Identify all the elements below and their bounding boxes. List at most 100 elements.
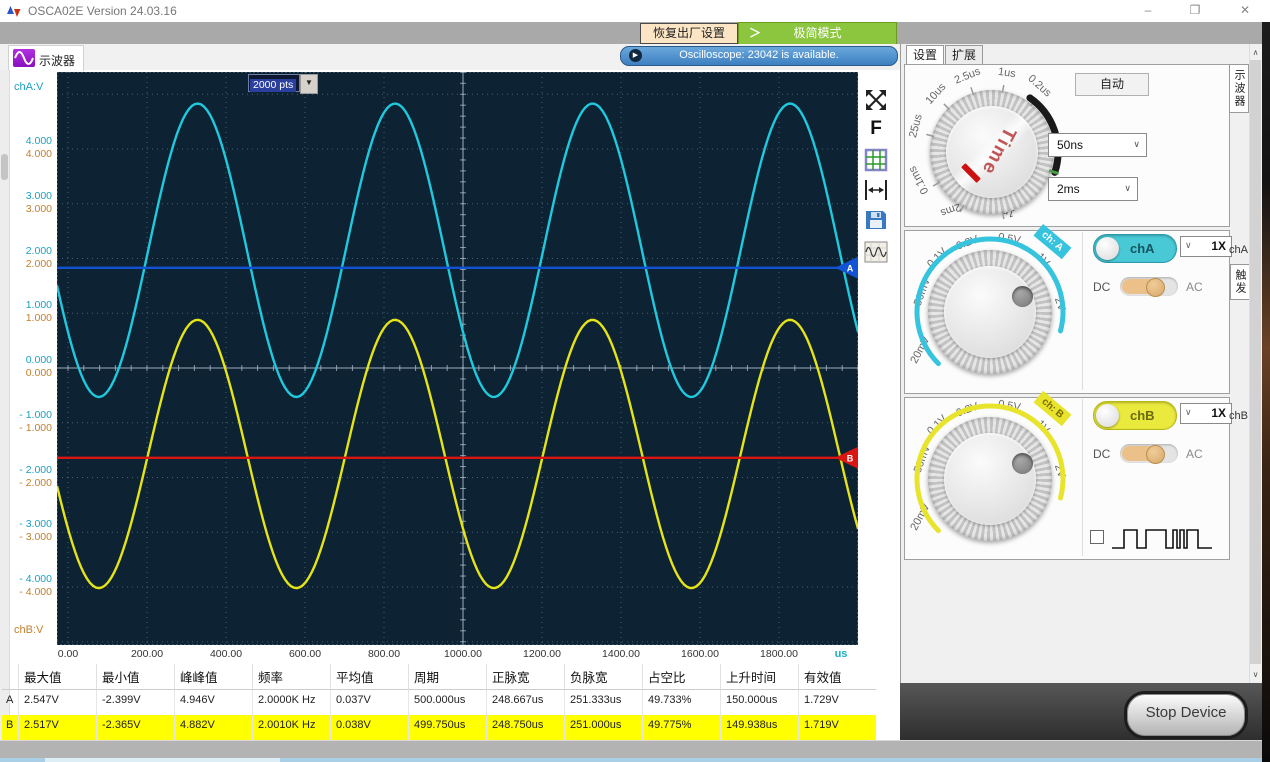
menu-bar xyxy=(0,22,1262,44)
measurement-value: 49.733% xyxy=(642,690,720,715)
chB-marker-label: B xyxy=(847,453,854,463)
chA-knob-face[interactable] xyxy=(944,266,1036,358)
grid-toggle-icon[interactable] xyxy=(862,146,890,174)
y-tick-chA: 2.000 xyxy=(0,245,52,258)
status-message: Oscilloscope: 23042 is available. xyxy=(679,49,839,61)
stop-device-button[interactable]: Stop Device xyxy=(1124,691,1248,739)
minimal-mode-button[interactable]: ＞ 极简模式 xyxy=(738,22,897,45)
chA-axis-label: chA:V xyxy=(14,81,43,93)
sample-points-dropdown-arrow[interactable]: ▼ xyxy=(300,74,318,94)
chB-knob-face[interactable] xyxy=(944,433,1036,525)
device-status-banner[interactable]: ▶ Oscilloscope: 23042 is available. xyxy=(620,46,898,66)
row-label: B xyxy=(2,715,18,740)
column-header: 频率 xyxy=(252,664,330,690)
chA-enable-toggle[interactable]: chA xyxy=(1093,234,1177,263)
toggle-knob xyxy=(1096,404,1119,427)
measurement-value: 2.517V xyxy=(18,715,96,740)
fullscreen-expand-icon[interactable] xyxy=(862,86,890,114)
measurement-value: 2.0010K Hz xyxy=(252,715,330,740)
scroll-down-icon[interactable]: ∨ xyxy=(1249,668,1262,681)
chB-ac-label: AC xyxy=(1186,447,1203,461)
chA-probe-value: 1X xyxy=(1211,239,1226,253)
factory-reset-button[interactable]: 恢复出厂设置 xyxy=(640,23,738,44)
measurement-value: -2.365V xyxy=(96,715,174,740)
knob-tick xyxy=(926,134,934,136)
timebase-select[interactable]: 2ms ∨ xyxy=(1048,177,1138,201)
coupling-knob xyxy=(1146,445,1165,464)
measurement-value: 4.946V xyxy=(174,690,252,715)
measurement-value: 251.333us xyxy=(564,690,642,715)
x-axis-unit: us xyxy=(826,648,856,660)
side-label-chA[interactable]: chA xyxy=(1229,244,1248,256)
measurement-value: 0.037V xyxy=(330,690,408,715)
column-header: 峰峰值 xyxy=(174,664,252,690)
tab-oscilloscope-label: 示波器 xyxy=(39,52,75,69)
auto-button[interactable]: 自动 xyxy=(1075,73,1149,96)
left-scrollbar[interactable] xyxy=(0,70,10,740)
x-tick-label: 200.00 xyxy=(115,648,179,660)
chA-trace xyxy=(57,104,858,397)
column-header: 周期 xyxy=(408,664,486,690)
panel-scrollbar-thumb[interactable] xyxy=(1250,60,1261,664)
knob-tick xyxy=(960,205,964,212)
close-button[interactable]: ✕ xyxy=(1228,0,1262,21)
chA-probe-select[interactable]: ∨ 1X xyxy=(1180,236,1232,257)
tab-oscilloscope[interactable]: 示波器 xyxy=(8,45,84,71)
y-tick-chA: - 3.000 xyxy=(0,518,52,531)
y-tick-chB: 0.000 xyxy=(0,367,52,380)
chB-knob-dimple xyxy=(1012,453,1033,474)
measurement-value: 248.750us xyxy=(486,715,564,740)
sample-points-select[interactable]: 2000 pts xyxy=(248,74,300,92)
measurement-value: -2.399V xyxy=(96,690,174,715)
x-tick-label: 1600.00 xyxy=(668,648,732,660)
waveform-display[interactable]: AB xyxy=(57,72,858,645)
y-tick-chA: 4.000 xyxy=(0,135,52,148)
measurement-value: 49.775% xyxy=(642,715,720,740)
sample-points-value: 2000 pts xyxy=(250,79,296,92)
column-header: 正脉宽 xyxy=(486,664,564,690)
y-tick-chB: - 1.000 xyxy=(0,422,52,435)
knob-tick xyxy=(1002,211,1003,219)
y-tick-chB: 1.000 xyxy=(0,312,52,325)
minimize-button[interactable]: – xyxy=(1131,0,1165,21)
chA-dc-label: DC xyxy=(1093,280,1110,294)
y-tick-chB: 2.000 xyxy=(0,258,52,271)
x-tick-label: 1000.00 xyxy=(431,648,495,660)
column-header: 平均值 xyxy=(330,664,408,690)
x-tick-label: 600.00 xyxy=(273,648,337,660)
divider xyxy=(1082,399,1083,556)
scroll-up-icon[interactable]: ∧ xyxy=(1249,46,1262,59)
table-corner xyxy=(2,664,18,690)
restore-button[interactable]: ❐ xyxy=(1178,0,1212,21)
waveform-snapshot-icon[interactable] xyxy=(862,238,890,266)
measurement-value: 149.938us xyxy=(720,715,798,740)
side-tab-trigger[interactable]: 触发 xyxy=(1230,264,1250,300)
measurement-value: 150.000us xyxy=(720,690,798,715)
side-tab-oscilloscope[interactable]: 示波器 xyxy=(1229,64,1249,113)
column-header: 有效值 xyxy=(798,664,876,690)
pulse-train-icon xyxy=(1110,522,1222,552)
chB-enable-toggle[interactable]: chB xyxy=(1093,401,1177,430)
knob-tick xyxy=(933,182,940,186)
title-bar[interactable]: OSCA02E Version 24.03.16 – ❐ ✕ xyxy=(0,0,1270,23)
chA-coupling-toggle[interactable] xyxy=(1120,277,1178,296)
y-tick-chB: - 4.000 xyxy=(0,586,52,599)
knob-tick xyxy=(971,87,973,95)
y-tick-chB: - 3.000 xyxy=(0,531,52,544)
measurement-table: 最大值最小值峰峰值频率平均值周期正脉宽负脉宽占空比上升时间有效值A2.547V-… xyxy=(2,664,876,740)
arrow-icon: ＞ xyxy=(749,23,761,43)
side-label-chB[interactable]: chB xyxy=(1229,410,1248,422)
cursor-measure-icon[interactable] xyxy=(862,176,890,204)
chB-probe-select[interactable]: ∨ 1X xyxy=(1180,403,1232,424)
pulse-mode-checkbox[interactable] xyxy=(1090,530,1104,544)
column-header: 负脉宽 xyxy=(564,664,642,690)
save-icon[interactable] xyxy=(862,206,890,234)
taskbar-strip-highlight xyxy=(45,758,280,762)
sine-wave-icon xyxy=(13,49,35,67)
frequency-tool-button[interactable]: F xyxy=(862,118,890,146)
chB-coupling-toggle[interactable] xyxy=(1120,444,1178,463)
sample-rate-value: 50ns xyxy=(1057,138,1083,152)
minimal-mode-label: 极简模式 xyxy=(793,26,841,40)
sample-rate-select[interactable]: 50ns ∨ xyxy=(1048,133,1147,157)
knob-tick xyxy=(1002,85,1003,93)
